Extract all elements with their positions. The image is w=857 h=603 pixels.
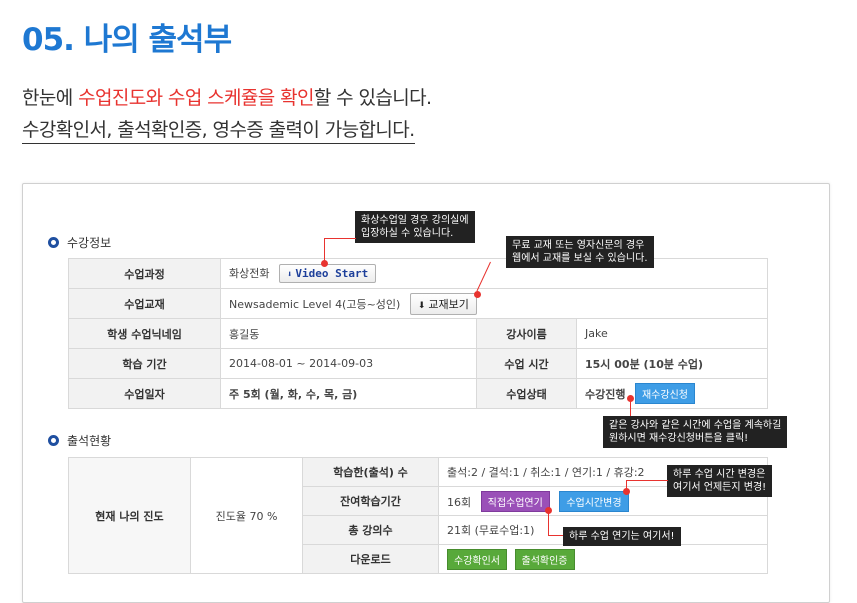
view-book-button[interactable]: ⬇ 교재보기 — [409, 292, 477, 315]
tooltip-dot — [321, 260, 328, 267]
table-row: 수업교재 Newsademic Level 4(고등~성인) ⬇ 교재보기 — [68, 288, 768, 319]
period-value: 2014-08-01 ~ 2014-09-03 — [220, 348, 477, 379]
status-cell: 수강진행 재수강신청 — [576, 378, 768, 409]
desc-text: 할 수 있습니다. — [313, 87, 432, 109]
attendance-cert-button[interactable]: 출석확인증 — [514, 548, 575, 570]
reregister-tooltip: 같은 강사와 같은 시간에 수업을 계속하길 원하시면 재수강신청버튼을 클릭! — [603, 416, 788, 448]
table-row: 수업과정 화상전화 ⬇ Video Start — [68, 258, 768, 289]
postpone-tooltip: 하루 수업 연기는 여기서! — [563, 527, 681, 546]
material-label: 수업교재 — [68, 288, 221, 319]
teacher-label: 강사이름 — [476, 318, 577, 349]
download-cell: 수강확인서 출석확인증 — [438, 544, 768, 574]
video-start-button[interactable]: ⬇ Video Start — [278, 264, 377, 283]
remaining-label: 잔여학습기간 — [302, 486, 439, 516]
course-value: 화상전화 — [229, 267, 270, 280]
time-value: 15시 00분 (10분 수업) — [576, 348, 768, 379]
material-value: Newsademic Level 4(고등~성인) — [229, 297, 401, 311]
tooltip-connector — [626, 480, 668, 481]
view-book-label: 교재보기 — [428, 297, 469, 311]
tooltip-dot — [623, 488, 630, 495]
download-icon: ⬇ — [417, 300, 426, 311]
progress-label: 현재 나의 진도 — [68, 457, 191, 574]
days-label: 수업일자 — [68, 378, 221, 409]
section-title: 수강정보 — [67, 236, 112, 250]
download-label: 다운로드 — [302, 544, 439, 574]
tooltip-connector — [548, 535, 563, 536]
tooltip-connector — [324, 238, 356, 239]
page-description: 한눈에 수업진도와 수업 스케쥴을 확인할 수 있습니다. 수강확인서, 출석확… — [22, 82, 432, 146]
tooltip-dot — [545, 507, 552, 514]
table-row: 학습 기간 2014-08-01 ~ 2014-09-03 수업 시간 15시 … — [68, 348, 768, 379]
nickname-value: 홍길동 — [220, 318, 477, 349]
download-icon: ⬇ — [286, 270, 293, 280]
description-line-1: 한눈에 수업진도와 수업 스케쥴을 확인할 수 있습니다. — [22, 82, 432, 114]
change-time-button[interactable]: 수업시간변경 — [559, 490, 629, 512]
total-label: 총 강의수 — [302, 515, 439, 545]
section-title: 출석현황 — [67, 434, 112, 448]
certificate-button[interactable]: 수강확인서 — [447, 548, 507, 570]
days-value: 주 5회 (월, 화, 수, 목, 금) — [220, 378, 477, 409]
completed-label: 학습한(출석) 수 — [302, 457, 439, 487]
video-start-label: Video Start — [295, 267, 369, 280]
course-label: 수업과정 — [68, 258, 221, 289]
tooltip-dot — [627, 395, 634, 402]
table-row: 학생 수업닉네임 홍길동 강사이름 Jake — [68, 318, 768, 349]
reregister-button[interactable]: 재수강신청 — [634, 383, 695, 404]
book-tooltip: 무료 교재 또는 영자신문의 경우 웹에서 교재를 보실 수 있습니다. — [506, 236, 654, 268]
desc-highlight: 수업진도와 수업 스케쥴을 확인 — [78, 87, 314, 109]
remaining-value: 16회 — [447, 495, 472, 509]
desc-text: 한눈에 — [22, 87, 79, 109]
course-cell: 화상전화 ⬇ Video Start — [220, 258, 768, 289]
course-info-heading: 수강정보 — [48, 234, 111, 251]
page-title: 05. 나의 출석부 — [22, 22, 232, 58]
postpone-button[interactable]: 직접수업연기 — [480, 490, 550, 512]
time-label: 수업 시간 — [476, 348, 577, 379]
material-cell: Newsademic Level 4(고등~성인) ⬇ 교재보기 — [220, 288, 768, 319]
nickname-label: 학생 수업닉네임 — [68, 318, 221, 349]
change-time-tooltip: 하루 수업 시간 변경은 여기서 언제든지 변경! — [667, 465, 773, 497]
table-row: 현재 나의 진도 진도율 70 % 학습한(출석) 수 출석:2 / 결석:1 … — [68, 457, 768, 574]
teacher-value: Jake — [576, 318, 768, 349]
course-info-table: 수업과정 화상전화 ⬇ Video Start 수업교재 Newsademic L… — [68, 258, 768, 409]
bullet-icon — [48, 435, 59, 446]
table-row: 수업일자 주 5회 (월, 화, 수, 목, 금) 수업상태 수강진행 재수강신… — [68, 378, 768, 409]
description-line-2: 수강확인서, 출석확인증, 영수증 출력이 가능합니다. — [22, 117, 415, 144]
tooltip-connector — [324, 238, 325, 262]
progress-value: 진도율 70 % — [190, 457, 303, 574]
attendance-table: 현재 나의 진도 진도율 70 % 학습한(출석) 수 출석:2 / 결석:1 … — [68, 457, 768, 574]
status-label: 수업상태 — [476, 378, 577, 409]
video-tooltip: 화상수업일 경우 강의실에 입장하실 수 있습니다. — [355, 211, 475, 243]
bullet-icon — [48, 237, 59, 248]
status-value: 수강진행 — [585, 388, 626, 401]
tooltip-dot — [474, 291, 481, 298]
period-label: 학습 기간 — [68, 348, 221, 379]
attendance-heading: 출석현황 — [48, 432, 111, 449]
